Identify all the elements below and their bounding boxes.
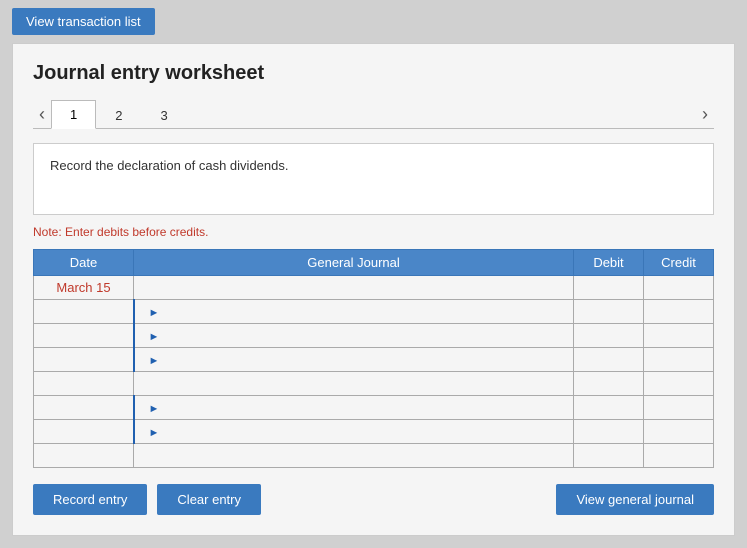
journal-input[interactable] xyxy=(165,300,570,323)
debit-cell[interactable] xyxy=(574,420,644,444)
view-general-journal-button[interactable]: View general journal xyxy=(556,484,714,515)
debit-cell[interactable] xyxy=(574,276,644,300)
col-header-date: Date xyxy=(34,250,134,276)
credit-input[interactable] xyxy=(644,444,713,467)
table-row xyxy=(34,372,714,396)
journal-cell[interactable]: ► xyxy=(134,324,574,348)
journal-cell[interactable]: ► xyxy=(134,300,574,324)
journal-input[interactable] xyxy=(165,348,570,371)
debit-cell[interactable] xyxy=(574,300,644,324)
tab-2[interactable]: 2 xyxy=(96,101,141,129)
debit-cell[interactable] xyxy=(574,372,644,396)
date-cell xyxy=(34,348,134,372)
date-cell xyxy=(34,324,134,348)
credit-input[interactable] xyxy=(644,420,713,443)
journal-input[interactable] xyxy=(165,420,570,443)
indent-arrow: ► xyxy=(149,331,160,343)
table-row: March 15 xyxy=(34,276,714,300)
credit-cell[interactable] xyxy=(644,300,714,324)
col-header-credit: Credit xyxy=(644,250,714,276)
tabs-container: ‹ 1 2 3 › xyxy=(33,99,714,129)
journal-cell[interactable] xyxy=(134,372,574,396)
credit-cell[interactable] xyxy=(644,396,714,420)
debit-input[interactable] xyxy=(574,276,643,299)
record-entry-button[interactable]: Record entry xyxy=(33,484,147,515)
debit-input[interactable] xyxy=(574,348,643,371)
table-row xyxy=(34,444,714,468)
journal-table: Date General Journal Debit Credit March … xyxy=(33,249,714,468)
clear-entry-button[interactable]: Clear entry xyxy=(157,484,261,515)
tab-prev-button[interactable]: ‹ xyxy=(33,103,51,125)
col-header-journal: General Journal xyxy=(134,250,574,276)
debit-cell[interactable] xyxy=(574,348,644,372)
debit-cell[interactable] xyxy=(574,444,644,468)
col-header-debit: Debit xyxy=(574,250,644,276)
table-row: ► xyxy=(34,396,714,420)
description-text: Record the declaration of cash dividends… xyxy=(50,158,288,173)
journal-cell[interactable]: ► xyxy=(134,420,574,444)
credit-cell[interactable] xyxy=(644,276,714,300)
debit-input[interactable] xyxy=(574,372,643,395)
note-text: Note: Enter debits before credits. xyxy=(33,225,714,239)
credit-input[interactable] xyxy=(644,396,713,419)
indent-arrow: ► xyxy=(149,307,160,319)
credit-input[interactable] xyxy=(644,300,713,323)
indent-arrow: ► xyxy=(149,427,160,439)
date-cell xyxy=(34,396,134,420)
debit-input[interactable] xyxy=(574,324,643,347)
credit-cell[interactable] xyxy=(644,444,714,468)
date-cell xyxy=(34,444,134,468)
bottom-bar: Record entry Clear entry View general jo… xyxy=(33,484,714,515)
credit-input[interactable] xyxy=(644,324,713,347)
main-panel: Journal entry worksheet ‹ 1 2 3 › Record… xyxy=(12,43,735,536)
journal-input[interactable] xyxy=(134,372,573,395)
tab-1[interactable]: 1 xyxy=(51,100,96,129)
journal-input[interactable] xyxy=(134,276,573,299)
debit-cell[interactable] xyxy=(574,396,644,420)
credit-cell[interactable] xyxy=(644,324,714,348)
journal-cell[interactable]: ► xyxy=(134,396,574,420)
journal-cell[interactable]: ► xyxy=(134,348,574,372)
date-cell: March 15 xyxy=(34,276,134,300)
table-row: ► xyxy=(34,324,714,348)
journal-input[interactable] xyxy=(134,444,573,467)
top-bar: View transaction list xyxy=(0,0,747,43)
credit-cell[interactable] xyxy=(644,372,714,396)
tab-3[interactable]: 3 xyxy=(141,101,186,129)
indent-arrow: ► xyxy=(149,355,160,367)
journal-input[interactable] xyxy=(165,396,570,419)
view-transaction-button[interactable]: View transaction list xyxy=(12,8,155,35)
tab-next-button[interactable]: › xyxy=(696,103,714,125)
indent-arrow: ► xyxy=(149,403,160,415)
journal-cell[interactable] xyxy=(134,276,574,300)
credit-input[interactable] xyxy=(644,372,713,395)
debit-cell[interactable] xyxy=(574,324,644,348)
credit-input[interactable] xyxy=(644,348,713,371)
panel-title: Journal entry worksheet xyxy=(33,62,714,85)
credit-input[interactable] xyxy=(644,276,713,299)
debit-input[interactable] xyxy=(574,396,643,419)
description-box: Record the declaration of cash dividends… xyxy=(33,143,714,215)
journal-cell[interactable] xyxy=(134,444,574,468)
date-cell xyxy=(34,372,134,396)
credit-cell[interactable] xyxy=(644,420,714,444)
credit-cell[interactable] xyxy=(644,348,714,372)
table-row: ► xyxy=(34,348,714,372)
date-cell xyxy=(34,300,134,324)
date-cell xyxy=(34,420,134,444)
table-row: ► xyxy=(34,300,714,324)
debit-input[interactable] xyxy=(574,420,643,443)
table-row: ► xyxy=(34,420,714,444)
debit-input[interactable] xyxy=(574,444,643,467)
journal-input[interactable] xyxy=(165,324,570,347)
debit-input[interactable] xyxy=(574,300,643,323)
